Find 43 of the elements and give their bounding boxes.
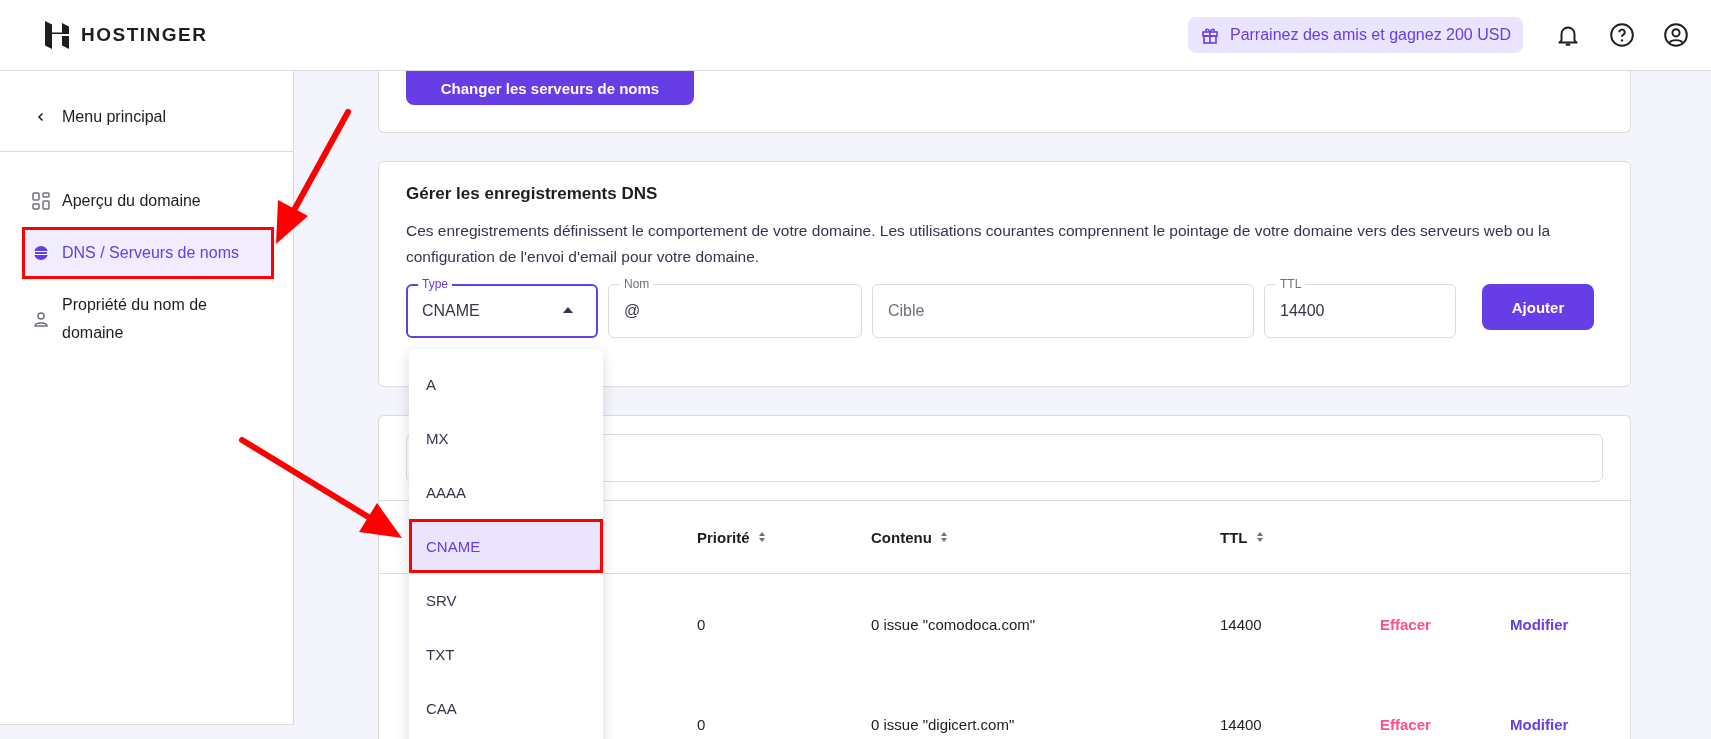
sidebar-item[interactable]: Aperçu du domaine [22,175,274,227]
input-field[interactable]: TTL 14400 [1264,275,1456,338]
column-header[interactable]: Priorité [697,528,871,546]
chevron-left-icon [36,112,46,122]
section-title: Gérer les enregistrements DNS [406,184,659,204]
dropdown-option[interactable]: SRV [409,573,603,627]
dropdown-option[interactable]: AAAA [409,465,603,519]
sort-icon [757,531,766,543]
edit-link[interactable]: Modifier [1510,615,1569,633]
caret-icon [562,306,574,314]
column-header[interactable]: TTL [1220,528,1380,546]
sort-icon [939,531,948,543]
sidebar-item[interactable]: Propriété du nom de domaine [22,279,274,359]
table-cell-text: 14400 [1220,615,1263,633]
globe-icon [32,244,50,262]
change-nameservers-button[interactable]: Changer les serveurs de noms [406,71,694,105]
dropdown-option[interactable]: MX [409,411,603,465]
brand-name: HOSTINGER [81,24,208,46]
section-description: Ces enregistrements définissent le comportement de votre domaine. Les utilisations courantes comprennent le pointage de votre domaine vers des serveurs web ou la configuration de l'envoi d'email pour votre domaine. [406,221,1552,267]
edit-link[interactable]: Modifier [1510,715,1569,733]
referral-button[interactable]: Parrainez des amis et gagnez 200 USD [1187,17,1523,53]
help-icon[interactable] [1609,22,1635,48]
back-menu-button[interactable]: Menu principal [0,71,293,152]
grid-icon [32,192,50,210]
dropdown-option[interactable]: CNAME [409,519,603,573]
input-field[interactable]: Nom @ [608,275,862,338]
table-cell-text: 14400 [1220,715,1263,733]
input-field[interactable]: Cible [872,275,1254,338]
table-cell-text: 0 issue "comodoca.com" [871,615,1037,633]
add-button[interactable]: Ajouter [1482,284,1594,330]
sort-icon [1255,531,1264,543]
person-icon [32,310,50,328]
account-icon[interactable] [1663,22,1689,48]
table-cell-text: 0 issue "digicert.com" [871,715,1016,733]
table-cell-text: 0 [697,615,707,633]
sidebar-item[interactable]: DNS / Serveurs de noms [22,227,274,279]
table-cell-text: 0 [697,715,707,733]
type-dropdown[interactable]: Type CNAME [406,275,598,338]
logo-icon [45,21,69,49]
dropdown-option[interactable]: TXT [409,627,603,681]
dropdown-option[interactable]: CAA [409,681,603,735]
dropdown-option[interactable]: A [409,357,603,411]
column-header[interactable]: Contenu [871,528,1220,546]
